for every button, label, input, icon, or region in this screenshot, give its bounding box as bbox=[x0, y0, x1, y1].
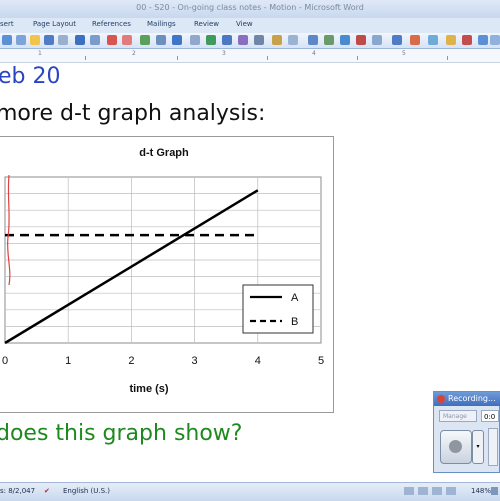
x-tick-label: 3 bbox=[192, 355, 198, 367]
window-title: 00 - S20 - On-going class notes - Motion… bbox=[136, 3, 364, 12]
pen-icon[interactable] bbox=[107, 35, 117, 45]
ruler-tick bbox=[357, 56, 358, 60]
undo-icon[interactable] bbox=[75, 35, 85, 45]
toolbar-icon-15[interactable] bbox=[372, 35, 382, 45]
recording-time: 0:0 bbox=[481, 410, 499, 422]
toolbar-icon-17[interactable] bbox=[410, 35, 420, 45]
chart-icon[interactable] bbox=[222, 35, 232, 45]
toolbar-icon-19[interactable] bbox=[446, 35, 456, 45]
x-tick-label: 2 bbox=[128, 355, 134, 367]
document-subheading: more d-t graph analysis: bbox=[0, 101, 266, 126]
ruler-label: 5 bbox=[402, 50, 406, 57]
toolbar-icon-14[interactable] bbox=[356, 35, 366, 45]
record-dot-icon bbox=[449, 440, 462, 453]
document-question: does this graph show? bbox=[0, 421, 243, 446]
legend-label-b: B bbox=[291, 316, 298, 328]
ruler-tick bbox=[177, 56, 178, 60]
ruler-label: 3 bbox=[222, 50, 226, 57]
toolbar-icon-18[interactable] bbox=[428, 35, 438, 45]
toolbar-icon-5[interactable] bbox=[58, 35, 68, 45]
view-outline-icon[interactable] bbox=[446, 487, 456, 495]
dt-chart[interactable]: d-t Graph 0 1 2 3 4 5 time (s) A B bbox=[0, 136, 334, 413]
toolbar-icon-7[interactable] bbox=[156, 35, 166, 45]
x-tick-label: 1 bbox=[65, 355, 71, 367]
recording-source-select[interactable]: Manage bbox=[439, 410, 477, 422]
ruler-tick bbox=[267, 56, 268, 60]
record-options-dropdown[interactable]: ▾ bbox=[472, 430, 484, 464]
zoom-slider[interactable] bbox=[491, 487, 498, 495]
view-full-icon[interactable] bbox=[418, 487, 428, 495]
ruler-label: 1 bbox=[38, 50, 42, 57]
view-print-icon[interactable] bbox=[404, 487, 414, 495]
x-tick-label: 4 bbox=[255, 355, 261, 367]
chart-plot: 0 1 2 3 4 5 time (s) AB bbox=[2, 174, 324, 395]
legend-label-a: A bbox=[291, 292, 299, 304]
ruler-tick bbox=[447, 56, 448, 60]
menu-page-layout[interactable]: Page Layout bbox=[33, 20, 76, 28]
volume-slider[interactable] bbox=[488, 428, 498, 466]
ruler-label: 2 bbox=[132, 50, 136, 57]
ruler: 1 2 3 4 5 bbox=[0, 49, 500, 63]
toolbar-icon-9[interactable] bbox=[190, 35, 200, 45]
zoom-level[interactable]: 148% bbox=[471, 487, 491, 495]
toolbar-icon-12[interactable] bbox=[324, 35, 334, 45]
select-icon[interactable] bbox=[308, 35, 318, 45]
menu-view[interactable]: View bbox=[236, 20, 253, 28]
menu-references[interactable]: References bbox=[92, 20, 131, 28]
toolbar-icon-2[interactable] bbox=[16, 35, 26, 45]
toolbar-icon-3[interactable] bbox=[30, 35, 40, 45]
ruler-tick bbox=[85, 56, 86, 60]
document-heading: eb 20 bbox=[0, 64, 61, 89]
table-icon[interactable] bbox=[206, 35, 216, 45]
toolbar-icon-6[interactable] bbox=[140, 35, 150, 45]
recording-panel: Recording... Manage 0:0 ▾ bbox=[433, 391, 500, 473]
legend-box bbox=[242, 284, 314, 334]
toolbar-icon-20[interactable] bbox=[462, 35, 472, 45]
toolbar-icon-21[interactable] bbox=[478, 35, 488, 45]
omega-icon[interactable] bbox=[254, 35, 264, 45]
menu-insert[interactable]: sert bbox=[0, 20, 14, 28]
toolbar-icon-8[interactable] bbox=[172, 35, 182, 45]
toolbar-icon-13[interactable] bbox=[340, 35, 350, 45]
ruler-label: 4 bbox=[312, 50, 316, 57]
menu-mailings[interactable]: Mailings bbox=[147, 20, 176, 28]
menu-review[interactable]: Review bbox=[194, 20, 219, 28]
toolbar bbox=[0, 33, 500, 49]
toolbar-icon-11[interactable] bbox=[288, 35, 298, 45]
menu-bar: sert Page Layout References Mailings Rev… bbox=[0, 18, 500, 34]
x-tick-label: 5 bbox=[318, 355, 324, 367]
highlight-icon[interactable] bbox=[122, 35, 132, 45]
record-icon bbox=[437, 395, 445, 403]
word-count[interactable]: s: 8/2,047 bbox=[0, 487, 35, 495]
toolbar-icon-10[interactable] bbox=[272, 35, 282, 45]
title-bar: 00 - S20 - On-going class notes - Motion… bbox=[0, 0, 500, 18]
toolbar-icon-1[interactable] bbox=[2, 35, 12, 45]
proofing-icon[interactable]: ✔ bbox=[44, 487, 50, 495]
toolbar-icon-4[interactable] bbox=[44, 35, 54, 45]
x-tick-label: 0 bbox=[2, 355, 8, 367]
status-bar: s: 8/2,047 ✔ English (U.S.) 148% bbox=[0, 482, 500, 501]
language-indicator[interactable]: English (U.S.) bbox=[63, 487, 110, 495]
pi-icon[interactable] bbox=[238, 35, 248, 45]
x-axis-label: time (s) bbox=[129, 383, 168, 395]
redo-icon[interactable] bbox=[90, 35, 100, 45]
toolbar-icon-16[interactable] bbox=[392, 35, 402, 45]
toolbar-icon-22[interactable] bbox=[490, 35, 500, 45]
view-web-icon[interactable] bbox=[432, 487, 442, 495]
record-button[interactable] bbox=[440, 430, 472, 464]
